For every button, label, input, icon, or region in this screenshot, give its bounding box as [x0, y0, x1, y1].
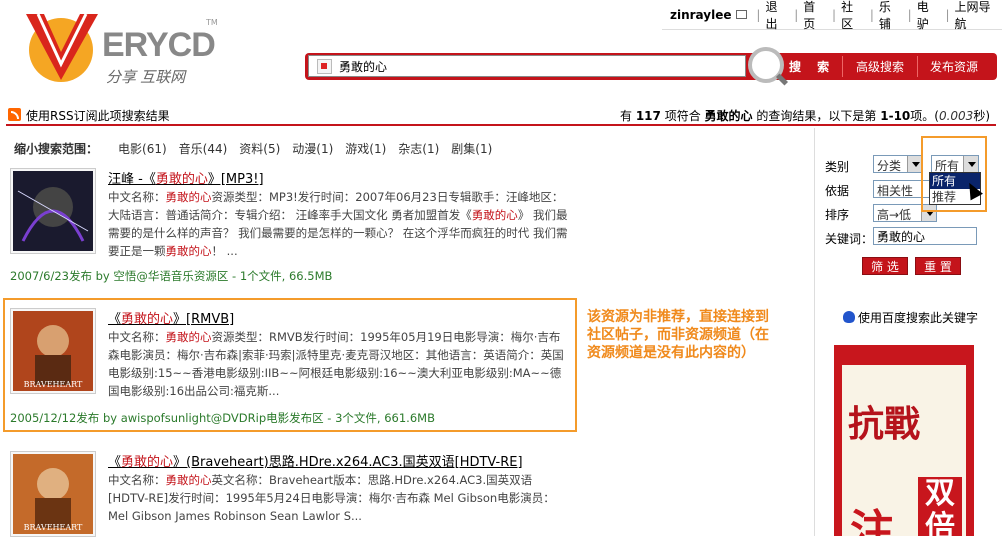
logo-v-icon — [26, 13, 98, 82]
search-button[interactable]: 搜 索 — [789, 58, 835, 75]
search-type-icon[interactable] — [317, 59, 332, 74]
nav-logout[interactable]: 退出 — [765, 0, 789, 32]
category-series[interactable]: 剧集(1) — [451, 140, 492, 157]
result-title[interactable]: 汪峰 -《勇敢的心》[MP3!] — [108, 168, 264, 187]
result-title[interactable]: 《勇敢的心》[RMVB] — [108, 308, 234, 327]
logo-brand-text: ERYCD — [102, 26, 216, 64]
ad-big-char: 注 — [850, 506, 894, 536]
rss-subscribe-link[interactable]: 使用RSS订阅此项搜索结果 — [26, 107, 170, 124]
search-input[interactable] — [339, 58, 739, 74]
result-summary: 有 117 项符合 勇敢的心 的查询结果，以下是第 1-10项。(0.003秒) — [619, 109, 990, 123]
ad-badge: 双倍 — [918, 477, 962, 536]
category-select[interactable]: 分类 — [873, 155, 923, 173]
category-movie[interactable]: 电影(61) — [118, 140, 167, 157]
category-music[interactable]: 音乐(44) — [179, 140, 228, 157]
sidebar-advertisement[interactable]: 抗戰 双倍 注 — [834, 345, 974, 536]
order-label: 排序 — [825, 208, 850, 222]
narrow-label: 缩小搜索范围： — [14, 142, 99, 156]
result-meta[interactable]: 2005/12/12发布 by awispofsunlight@DVDRip电影… — [10, 410, 435, 426]
category-magazine[interactable]: 杂志(1) — [398, 140, 439, 157]
annotation-note: 该资源为非推荐，直接连接到社区帖子，而非资源频道（在资源频道是没有此内容的） — [587, 309, 769, 361]
narrow-search: 缩小搜索范围： 电影(61) 音乐(44) 资料(5) 动漫(1) 游戏(1) … — [14, 140, 504, 157]
svg-text:BRAVEHEART: BRAVEHEART — [24, 380, 83, 389]
result-thumbnail[interactable]: BRAVEHEART — [10, 308, 96, 394]
result-item: 汪峰 -《勇敢的心》[MP3!] 中文名称：勇敢的心资源类型：MP3!发行时间：… — [10, 168, 570, 268]
album-cover-image — [13, 171, 93, 251]
filter-button[interactable]: 筛 选 — [862, 257, 908, 275]
baidu-search-link[interactable]: 使用百度搜索此关键字 — [843, 309, 978, 326]
result-thumbnail[interactable] — [10, 168, 96, 254]
annotation-dropdown-box — [921, 136, 987, 212]
result-title[interactable]: 《勇敢的心》(Braveheart)思路.HDre.x264.AC3.国英双语[… — [108, 451, 523, 470]
result-description: 中文名称：勇敢的心资源类型：MP3!发行时间：2007年06月23日专辑歌手：汪… — [108, 190, 568, 258]
category-game[interactable]: 游戏(1) — [345, 140, 386, 157]
nav-shop[interactable]: 乐铺 — [879, 0, 903, 32]
result-description: 中文名称：勇敢的心英文名称：Braveheart版本：思路.HDre.x264.… — [108, 473, 555, 523]
chevron-down-icon — [907, 156, 922, 172]
result-item: BRAVEHEART 《勇敢的心》[RMVB] 中文名称：勇敢的心资源类型：RM… — [10, 308, 570, 404]
result-item: BRAVEHEART 《勇敢的心》(Braveheart)思路.HDre.x26… — [10, 451, 570, 537]
keyword-input[interactable] — [873, 227, 977, 245]
nav-emule[interactable]: 电驴 — [917, 0, 941, 32]
svg-text:BRAVEHEART: BRAVEHEART — [24, 523, 83, 532]
category-anime[interactable]: 动漫(1) — [292, 140, 333, 157]
nav-community[interactable]: 社区 — [841, 0, 865, 32]
ad-headline: 抗戰 — [848, 403, 921, 445]
result-thumbnail[interactable]: BRAVEHEART — [10, 451, 96, 537]
username[interactable]: zinraylee — [670, 8, 732, 22]
nav-home[interactable]: 首页 — [803, 0, 827, 32]
logo-slogan: 分享 互联网 — [106, 69, 186, 86]
category-data[interactable]: 资料(5) — [239, 140, 280, 157]
braveheart-poster-image: BRAVEHEART — [13, 454, 93, 534]
advanced-search-button[interactable]: 高级搜索 — [856, 58, 904, 75]
mail-icon[interactable] — [735, 10, 748, 19]
top-nav: zinraylee | 退出 | 首页 | 社区 | 乐铺 | 电驴 | 上网导… — [662, 0, 1003, 32]
baidu-paw-icon — [843, 311, 855, 323]
sort-basis-label: 依据 — [825, 184, 850, 198]
verycd-logo[interactable]: ERYCD TM 分享 互联网 — [6, 4, 236, 90]
result-meta[interactable]: 2007/6/23发布 by 空悟@华语音乐资源区 - 1个文件, 66.5MB — [10, 268, 332, 284]
keyword-label: 关键词： — [825, 232, 874, 246]
reset-button[interactable]: 重 置 — [915, 257, 961, 275]
braveheart-poster-image: BRAVEHEART — [13, 311, 93, 391]
nav-web-guide[interactable]: 上网导航 — [955, 0, 1003, 32]
search-bar: 搜 索 高级搜索 发布资源 — [305, 53, 997, 80]
search-input-wrap[interactable] — [308, 55, 746, 77]
logo-tm: TM — [206, 18, 218, 27]
search-magnifier-icon[interactable] — [748, 47, 784, 83]
publish-resource-button[interactable]: 发布资源 — [930, 58, 978, 75]
result-description: 中文名称：勇敢的心资源类型：RMVB发行时间：1995年05月19日电影导演：梅… — [108, 330, 564, 398]
rss-icon[interactable] — [8, 108, 21, 121]
rss-row: 使用RSS订阅此项搜索结果 有 117 项符合 勇敢的心 的查询结果，以下是第 … — [6, 104, 996, 126]
category-label: 类别 — [825, 160, 850, 174]
